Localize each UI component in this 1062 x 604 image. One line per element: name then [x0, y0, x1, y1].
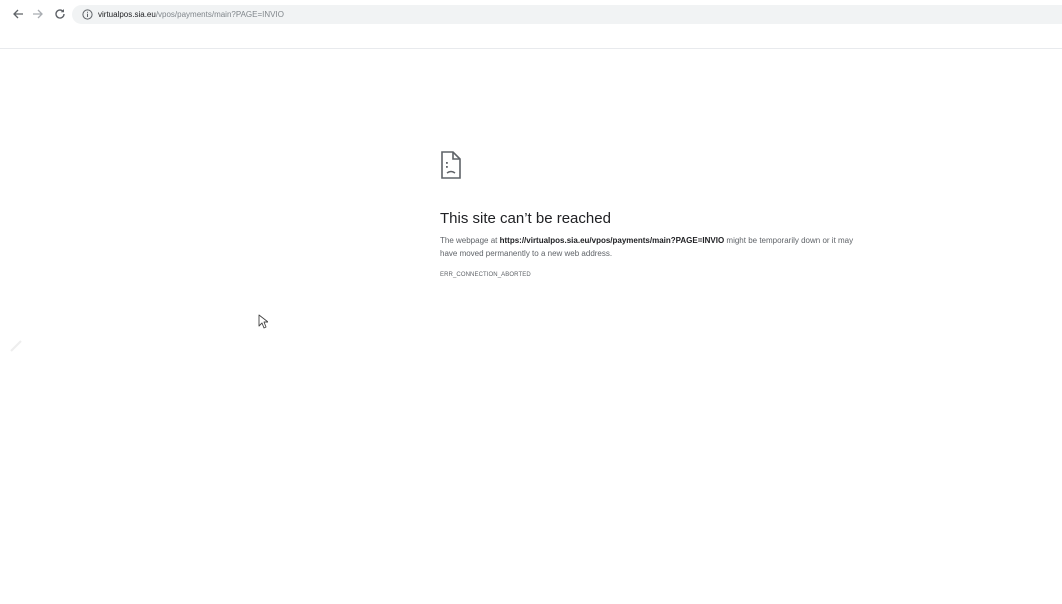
sad-page-icon	[441, 151, 461, 179]
desc-prefix: The webpage at	[440, 236, 500, 245]
toolbar-divider	[0, 48, 1062, 49]
error-content: This site can’t be reached The webpage a…	[440, 150, 860, 279]
forward-arrow-icon	[32, 8, 44, 20]
browser-toolbar: virtualpos.sia.eu/vpos/payments/main?PAG…	[0, 0, 1062, 30]
back-arrow-icon	[12, 8, 24, 20]
faint-edge-mark-icon	[10, 340, 22, 352]
url-host: virtualpos.sia.eu	[98, 10, 156, 19]
error-code: ERR_CONNECTION_ABORTED	[440, 272, 531, 278]
error-title: This site can’t be reached	[440, 210, 611, 227]
forward-button[interactable]	[30, 6, 46, 22]
info-icon[interactable]	[82, 9, 93, 20]
desc-url: https://virtualpos.sia.eu/vpos/payments/…	[499, 236, 725, 245]
reload-button[interactable]	[52, 6, 68, 22]
address-bar-url[interactable]: virtualpos.sia.eu/vpos/payments/main?PAG…	[98, 8, 284, 21]
reload-icon	[54, 8, 66, 20]
url-path: /vpos/payments/main?PAGE=INVIO	[155, 10, 284, 19]
mouse-cursor-icon	[258, 314, 268, 329]
back-button[interactable]	[10, 6, 26, 22]
error-description: The webpage at https://virtualpos.sia.eu…	[440, 235, 860, 260]
address-bar[interactable]: virtualpos.sia.eu/vpos/payments/main?PAG…	[72, 5, 1062, 24]
